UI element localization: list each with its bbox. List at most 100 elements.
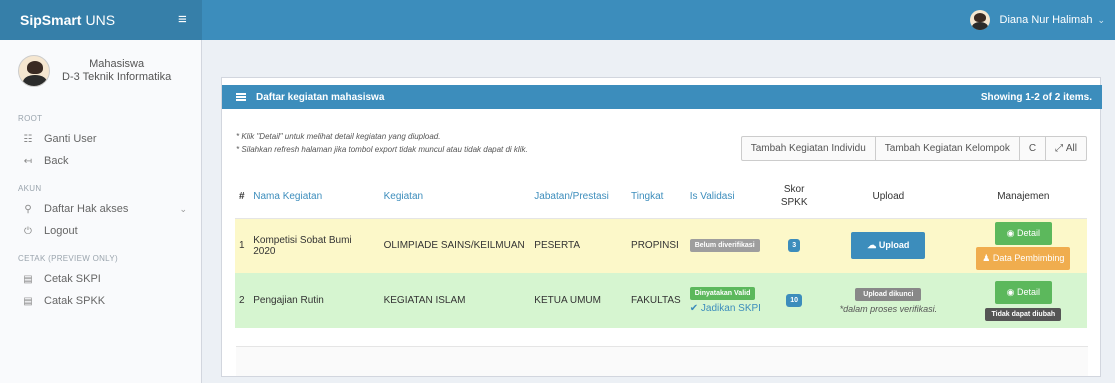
cell-kegiatan: KEGIATAN ISLAM <box>379 273 531 328</box>
power-icon: ⏻ <box>24 225 32 237</box>
pembimbing-label: Data Pembimbing <box>992 252 1065 263</box>
cell-kegiatan: OLIMPIADE SAINS/KEILMUAN <box>379 218 531 273</box>
kegiatan-panel: Daftar kegiatan mahasiswa Showing 1-2 of… <box>221 77 1102 377</box>
data-pembimbing-button[interactable]: ♟ Data Pembimbing <box>976 246 1071 270</box>
cell-tingkat: PROPINSI <box>627 218 686 273</box>
panel-header: Daftar kegiatan mahasiswa Showing 1-2 of… <box>222 85 1102 109</box>
note-refresh: * Silahkan refresh halaman jika tombol e… <box>236 145 528 154</box>
add-individual-button[interactable]: Tambah Kegiatan Individu <box>742 137 876 160</box>
col-tingkat[interactable]: Tingkat <box>627 175 686 219</box>
brand-light: UNS <box>85 12 116 28</box>
col-validasi[interactable]: Is Validasi <box>685 175 772 219</box>
user-icon: ♟ <box>982 252 993 263</box>
cell-upload: ☁ Upload <box>817 218 960 273</box>
back-icon: ↤ <box>23 155 33 167</box>
cell-upload: Upload dikunci *dalam proses verifikasi. <box>817 273 960 328</box>
user-avatar <box>969 10 990 30</box>
score-badge: 10 <box>786 294 803 307</box>
cloud-upload-icon: ☁ <box>867 240 879 251</box>
upload-button[interactable]: ☁ Upload <box>851 232 926 260</box>
chevron-down-icon: ⌄ <box>179 203 187 214</box>
brand-bold: SipSmart <box>20 12 82 28</box>
cell-validasi: Belum diverifikasi <box>685 218 772 273</box>
kegiatan-table: # Nama Kegiatan Kegiatan Jabatan/Prestas… <box>235 175 1087 328</box>
table-header-row: # Nama Kegiatan Kegiatan Jabatan/Prestas… <box>235 175 1087 219</box>
cell-jabatan: KETUA UMUM <box>530 273 628 328</box>
show-all-label: All <box>1065 143 1077 154</box>
upload-label: Upload <box>878 240 910 251</box>
app-logo[interactable]: SipSmart UNS ≡ <box>0 0 202 40</box>
table-row: 1 Kompetisi Sobat Bumi 2020 OLIMPIADE SA… <box>235 218 1087 273</box>
detail-label: Detail <box>1016 227 1040 238</box>
sidebar-item-label: Cetak SKPI <box>44 273 101 285</box>
detail-button[interactable]: ◉ Detail <box>994 221 1052 245</box>
file-icon: ▤ <box>23 273 33 285</box>
top-navbar: SipSmart UNS ≡ Diana Nur Halimah ⌄ <box>0 0 1115 40</box>
check-icon: ✔ <box>689 303 701 314</box>
jadikan-label: Jadikan SKPI <box>700 303 761 314</box>
profile-program: D-3 Teknik Informatika <box>62 71 172 83</box>
cell-skor: 10 <box>771 273 818 328</box>
sidebar-item-label: Ganti User <box>44 133 97 145</box>
section-akun: AKUN <box>18 184 42 193</box>
file-icon: ▤ <box>23 295 33 307</box>
cell-manajemen: ◉ Detail Tidak dapat diubah <box>959 273 1087 328</box>
col-upload: Upload <box>817 175 960 219</box>
sidebar-item-label: Daftar Hak akses <box>44 203 129 215</box>
cell-validasi: Dinyatakan Valid ✔ Jadikan SKPI <box>685 273 772 328</box>
cell-nama: Kompetisi Sobat Bumi 2020 <box>249 218 380 273</box>
panel-footer <box>236 346 1088 376</box>
hamburger-icon[interactable]: ≡ <box>178 12 192 28</box>
table-row: 2 Pengajian Rutin KEGIATAN ISLAM KETUA U… <box>235 273 1087 328</box>
show-all-button[interactable]: ⤢ All <box>1046 137 1086 160</box>
refresh-button[interactable]: C <box>1020 137 1047 160</box>
status-badge: Dinyatakan Valid <box>689 287 756 300</box>
add-group-button[interactable]: Tambah Kegiatan Kelompok <box>876 137 1020 160</box>
sidebar-item-label: Logout <box>44 225 78 237</box>
user-panel: Mahasiswa D-3 Teknik Informatika <box>0 40 201 102</box>
sidebar-item-ganti-user[interactable]: ☷ Ganti User <box>0 128 201 150</box>
upload-locked-badge: Upload dikunci <box>855 287 922 301</box>
sidebar-item-cetak-skpi[interactable]: ▤ Cetak SKPI <box>0 268 201 290</box>
sidebar-item-back[interactable]: ↤ Back <box>0 150 201 172</box>
summary-text: Showing 1-2 of 2 items. <box>980 91 1092 103</box>
users-icon: ☷ <box>23 133 33 145</box>
cell-nama: Pengajian Rutin <box>249 273 380 328</box>
sidebar-item-catak-spkk[interactable]: ▤ Catak SPKK <box>0 290 201 312</box>
col-nama-kegiatan[interactable]: Nama Kegiatan <box>249 175 380 219</box>
note-detail: * Klik "Detail" untuk melihat detail keg… <box>236 132 441 141</box>
panel-title: Daftar kegiatan mahasiswa <box>256 91 385 103</box>
sidebar-item-hak-akses[interactable]: ⚲ Daftar Hak akses ⌄ <box>0 198 201 220</box>
chevron-down-icon: ⌄ <box>1097 14 1105 25</box>
sidebar: Mahasiswa D-3 Teknik Informatika ROOT ☷ … <box>0 40 202 383</box>
score-badge: 3 <box>788 239 801 253</box>
col-kegiatan[interactable]: Kegiatan <box>379 175 531 219</box>
detail-button[interactable]: ◉ Detail <box>994 280 1052 304</box>
status-badge: Belum diverifikasi <box>689 239 760 253</box>
eye-icon: ◉ <box>1006 286 1017 297</box>
eye-icon: ◉ <box>1006 227 1017 238</box>
section-root: ROOT <box>18 114 43 123</box>
user-name: Diana Nur Halimah <box>999 14 1093 26</box>
jadikan-skpi-link[interactable]: ✔ Jadikan SKPI <box>690 303 768 314</box>
detail-label: Detail <box>1016 286 1040 297</box>
section-cetak: CETAK (PREVIEW ONLY) <box>18 254 118 263</box>
sidebar-item-logout[interactable]: ⏻ Logout <box>0 220 201 242</box>
verification-note: *dalam proses verifikasi. <box>839 303 938 314</box>
refresh-icon: C <box>1028 143 1037 154</box>
cell-manajemen: ◉ Detail ♟ Data Pembimbing <box>959 218 1087 273</box>
cell-skor: 3 <box>771 218 818 273</box>
profile-role: Mahasiswa <box>89 58 145 70</box>
key-icon: ⚲ <box>24 203 32 215</box>
cell-tingkat: FAKULTAS <box>627 273 686 328</box>
col-manajemen: Manajemen <box>959 175 1087 219</box>
cell-no: 1 <box>235 218 250 273</box>
notes: * Klik "Detail" untuk melihat detail keg… <box>236 130 528 156</box>
user-menu[interactable]: Diana Nur Halimah ⌄ <box>969 0 1105 40</box>
expand-icon: ⤢ <box>1055 143 1066 154</box>
col-jabatan[interactable]: Jabatan/Prestasi <box>530 175 628 219</box>
col-no: # <box>235 175 250 219</box>
toolbar: Tambah Kegiatan Individu Tambah Kegiatan… <box>740 136 1087 161</box>
cell-no: 2 <box>235 273 250 328</box>
avatar <box>18 55 50 87</box>
